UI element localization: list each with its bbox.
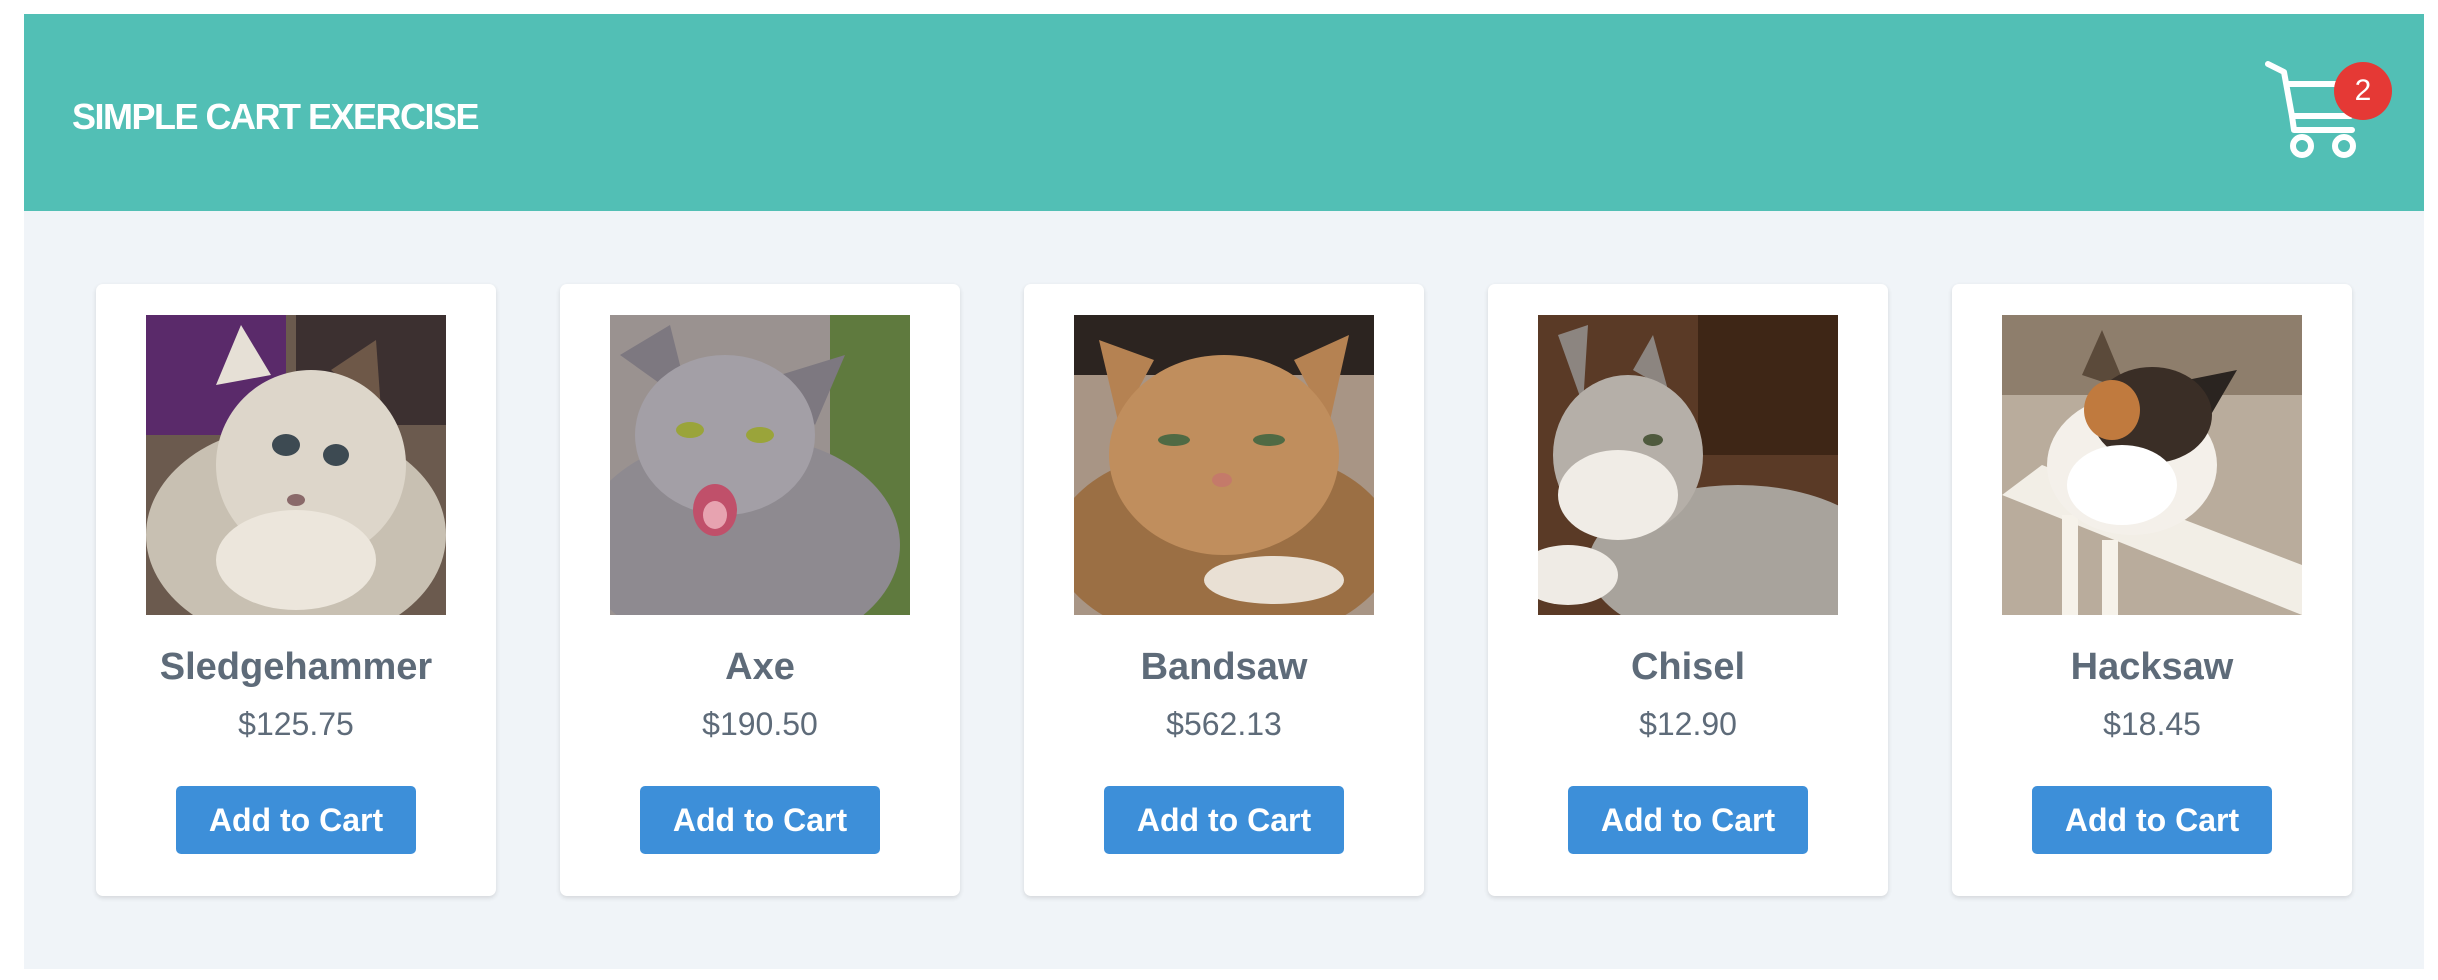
cat-photo-grey-tabby-white	[1538, 315, 1838, 615]
product-image	[610, 315, 910, 615]
product-grid: Sledgehammer $125.75 Add to Cart Axe $19…	[96, 284, 2396, 896]
product-image	[2002, 315, 2302, 615]
product-price: $12.90	[1639, 706, 1737, 742]
product-name: Chisel	[1630, 646, 1746, 688]
product-name: Axe	[725, 646, 795, 688]
product-image	[1538, 315, 1838, 615]
app-container: SIMPLE CART EXERCISE 2 Sledgehammer $125…	[24, 14, 2424, 969]
product-card: Sledgehammer $125.75 Add to Cart	[96, 284, 496, 896]
product-card: Hacksaw $18.45 Add to Cart	[1952, 284, 2352, 896]
add-to-cart-button[interactable]: Add to Cart	[2032, 786, 2272, 854]
product-price: $125.75	[238, 706, 354, 742]
add-to-cart-button[interactable]: Add to Cart	[640, 786, 880, 854]
header-bar: SIMPLE CART EXERCISE 2	[24, 14, 2424, 211]
app-title: SIMPLE CART EXERCISE	[72, 96, 480, 137]
cart-count-badge: 2	[2334, 62, 2392, 120]
product-name: Bandsaw	[1140, 646, 1308, 688]
cat-photo-orange-tabby	[1074, 315, 1374, 615]
product-price: $190.50	[702, 706, 818, 742]
product-image	[1074, 315, 1374, 615]
product-name: Sledgehammer	[159, 646, 433, 688]
product-card: Axe $190.50 Add to Cart	[560, 284, 960, 896]
cat-photo-fluffy-ragdoll	[146, 315, 446, 615]
cat-photo-grey-hissing	[610, 315, 910, 615]
product-card: Chisel $12.90 Add to Cart	[1488, 284, 1888, 896]
cat-photo-calico	[2002, 315, 2302, 615]
product-name: Hacksaw	[2070, 646, 2234, 688]
product-price: $562.13	[1166, 706, 1282, 742]
add-to-cart-button[interactable]: Add to Cart	[176, 786, 416, 854]
product-price: $18.45	[2103, 706, 2201, 742]
product-image	[146, 315, 446, 615]
product-card: Bandsaw $562.13 Add to Cart	[1024, 284, 1424, 896]
cart-button[interactable]: 2	[2264, 58, 2392, 168]
add-to-cart-button[interactable]: Add to Cart	[1568, 786, 1808, 854]
add-to-cart-button[interactable]: Add to Cart	[1104, 786, 1344, 854]
